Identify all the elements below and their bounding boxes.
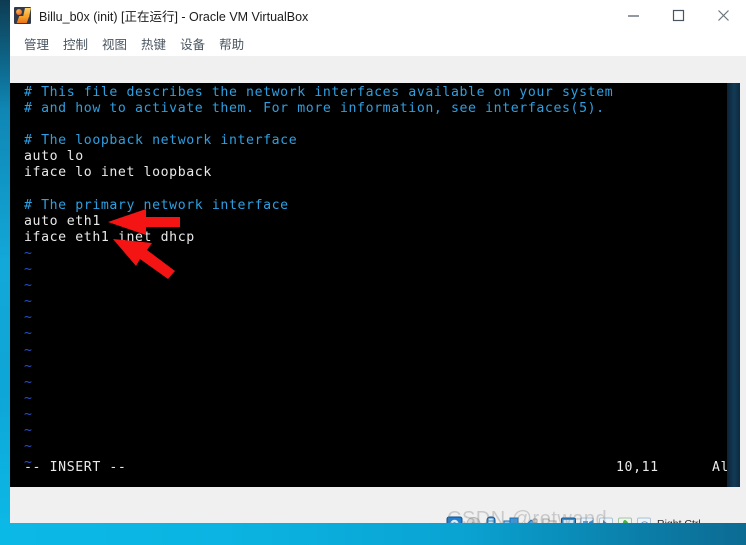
window-controls	[611, 0, 746, 31]
window-title: Billu_b0x (init) [正在运行] - Oracle VM Virt…	[39, 10, 309, 24]
terminal-line-18: ~	[24, 374, 33, 390]
terminal-line-1: # and how to activate them. For more inf…	[24, 101, 605, 117]
terminal-line-4: auto lo	[24, 149, 84, 165]
vim-mode-indicator: -- INSERT --	[24, 460, 127, 475]
terminal-line-3: # The loopback network interface	[24, 133, 298, 149]
terminal-line-22: ~	[24, 439, 33, 455]
terminal-line-16: ~	[24, 342, 33, 358]
title-bar: Billu_b0x (init) [正在运行] - Oracle VM Virt…	[10, 0, 746, 31]
terminal-text: # This file describes the network interf…	[24, 85, 613, 471]
terminal-line-8: auto eth1	[24, 213, 101, 229]
minimize-button[interactable]	[611, 0, 656, 31]
terminal-line-6	[24, 182, 613, 198]
menu-item-hotkeys[interactable]: 热键	[134, 32, 173, 55]
terminal-line-13: ~	[24, 294, 33, 310]
terminal-line-17: ~	[24, 358, 33, 374]
terminal-line-15: ~	[24, 326, 33, 342]
terminal-line-2	[24, 117, 613, 133]
terminal-line-14: ~	[24, 310, 33, 326]
terminal-line-9: iface eth1 inet dhcp	[24, 229, 195, 245]
terminal-line-11: ~	[24, 262, 33, 278]
maximize-button[interactable]	[656, 0, 701, 31]
guest-terminal-screen[interactable]: # This file describes the network interf…	[10, 83, 727, 487]
terminal-line-5: iface lo inet loopback	[24, 165, 212, 181]
vim-status-line: -- INSERT -- 10,11 All	[24, 460, 727, 477]
menu-item-manage[interactable]: 管理	[17, 32, 56, 55]
vim-scroll-indicator: All	[712, 460, 727, 475]
terminal-line-0: # This file describes the network interf…	[24, 85, 614, 100]
menu-bar: 管理 控制 视图 热键 设备 帮助	[10, 31, 746, 56]
guest-screen-right-border	[727, 83, 740, 487]
virtualbox-window: Billu_b0x (init) [正在运行] - Oracle VM Virt…	[0, 0, 746, 545]
terminal-line-21: ~	[24, 422, 33, 438]
terminal-line-20: ~	[24, 406, 33, 422]
terminal-line-19: ~	[24, 390, 33, 406]
menu-item-help[interactable]: 帮助	[212, 32, 251, 55]
menu-item-control[interactable]: 控制	[56, 32, 95, 55]
window-left-edge	[0, 0, 10, 545]
close-button[interactable]	[701, 0, 746, 31]
virtualbox-icon	[14, 7, 31, 24]
terminal-line-12: ~	[24, 278, 33, 294]
vim-cursor-position: 10,11	[616, 460, 659, 475]
terminal-line-10: ~	[24, 245, 33, 261]
terminal-line-7: # The primary network interface	[24, 197, 289, 213]
window-bottom-edge	[0, 523, 746, 545]
menu-item-view[interactable]: 视图	[95, 32, 134, 55]
menu-item-devices[interactable]: 设备	[173, 32, 212, 55]
